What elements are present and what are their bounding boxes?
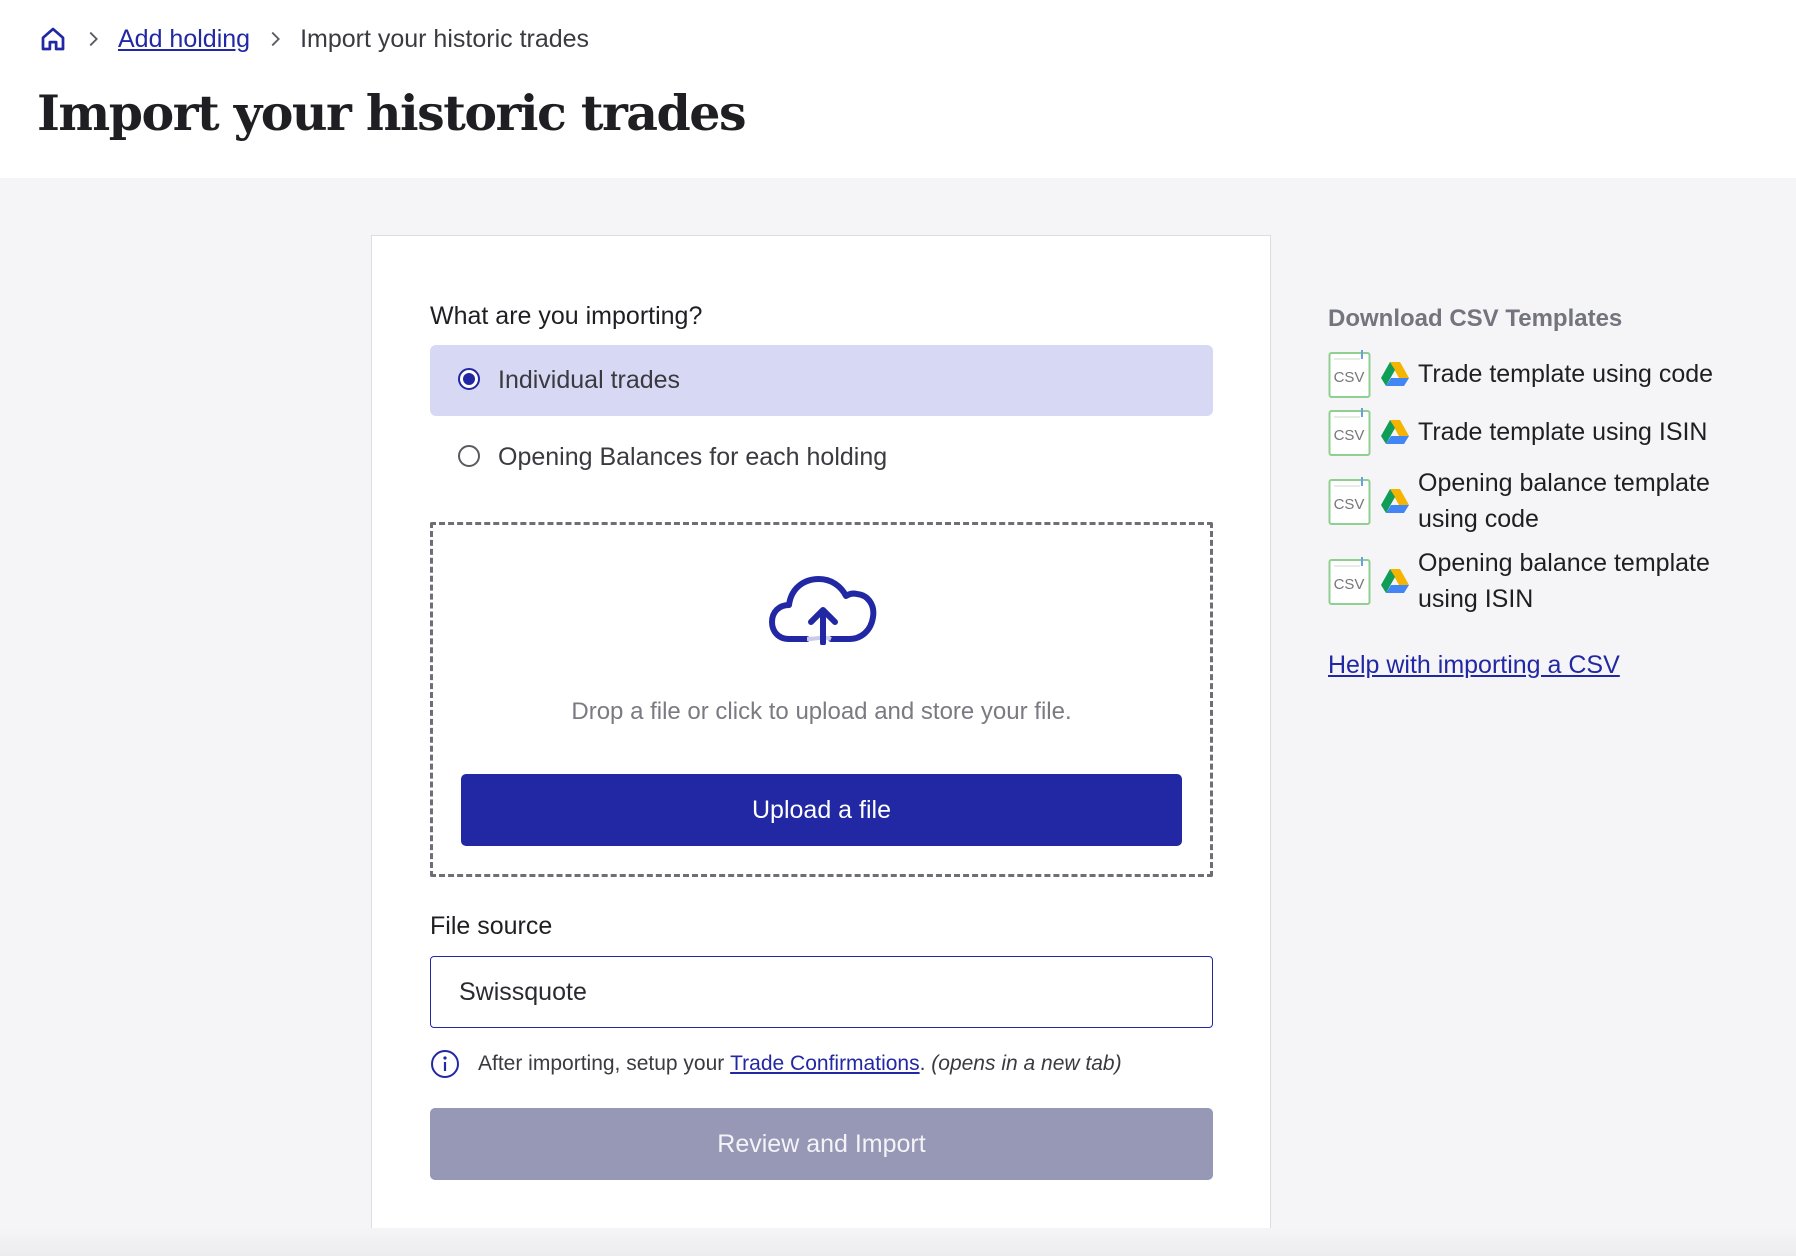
radio-label: Individual trades (498, 366, 681, 394)
chevron-right-icon (264, 28, 286, 50)
template-item[interactable]: CSV Trade template using ISIN (1328, 407, 1768, 457)
new-tab-note: (opens in a new tab) (931, 1052, 1122, 1075)
trade-confirmations-hint: After importing, setup your Trade Confir… (430, 1044, 1122, 1084)
google-drive-icon (1380, 419, 1410, 445)
page-title: Import your historic trades (37, 84, 747, 142)
chevron-right-icon (82, 28, 104, 50)
google-drive-icon (1380, 361, 1410, 387)
file-source-label: File source (430, 912, 553, 940)
template-label: Opening balance template using code (1418, 469, 1710, 533)
breadcrumb-current: Import your historic trades (300, 24, 590, 53)
csv-file-icon: CSV (1328, 476, 1372, 526)
hint-prefix: After importing, setup your (478, 1052, 725, 1075)
template-label: Trade template using code (1418, 360, 1714, 388)
header-area: Add holding Import your historic trades … (0, 0, 1796, 178)
template-item[interactable]: CSV Opening balance template using code (1328, 465, 1768, 537)
svg-text:CSV: CSV (1334, 427, 1365, 444)
info-icon (430, 1049, 460, 1079)
file-source-input[interactable] (430, 956, 1213, 1028)
radio-label: Opening Balances for each holding (498, 443, 888, 471)
import-card: What are you importing? Individual trade… (371, 235, 1271, 1238)
upload-file-button[interactable]: Upload a file (461, 774, 1182, 846)
template-label: Opening balance template using ISIN (1418, 549, 1710, 613)
breadcrumb-add-holding-link[interactable]: Add holding (118, 25, 250, 54)
cloud-upload-icon (769, 565, 879, 646)
radio-opening-balances[interactable]: Opening Balances for each holding (430, 422, 1213, 493)
svg-text:CSV: CSV (1334, 369, 1365, 386)
google-drive-icon (1380, 568, 1410, 594)
template-label: Trade template using ISIN (1418, 418, 1708, 446)
svg-text:CSV: CSV (1334, 496, 1365, 513)
csv-file-icon: CSV (1328, 556, 1372, 606)
review-and-import-button[interactable]: Review and Import (430, 1108, 1213, 1180)
csv-file-icon: CSV (1328, 407, 1372, 457)
radio-button-checked[interactable] (458, 367, 480, 390)
import-type-label: What are you importing? (430, 302, 703, 330)
csv-file-icon: CSV (1328, 349, 1372, 399)
csv-templates-panel: Download CSV Templates CSV Trade templat… (1328, 305, 1768, 680)
template-item[interactable]: CSV Opening balance template using ISIN (1328, 545, 1768, 617)
template-item[interactable]: CSV Trade template using code (1328, 349, 1768, 399)
hint-suffix: . (919, 1052, 926, 1075)
svg-text:CSV: CSV (1334, 576, 1365, 593)
radio-button[interactable] (458, 444, 480, 467)
breadcrumb: Add holding Import your historic trades (38, 22, 589, 56)
radio-individual-trades[interactable]: Individual trades (430, 345, 1213, 416)
page-bottom (0, 1228, 1796, 1256)
trade-confirmations-link[interactable]: Trade Confirmations (730, 1052, 919, 1076)
home-icon[interactable] (38, 24, 68, 54)
file-dropzone[interactable]: Drop a file or click to upload and store… (430, 522, 1213, 877)
help-importing-csv-link[interactable]: Help with importing a CSV (1328, 651, 1620, 680)
google-drive-icon (1380, 488, 1410, 514)
csv-templates-title: Download CSV Templates (1328, 305, 1623, 332)
dropzone-instructions: Drop a file or click to upload and store… (571, 698, 1072, 725)
